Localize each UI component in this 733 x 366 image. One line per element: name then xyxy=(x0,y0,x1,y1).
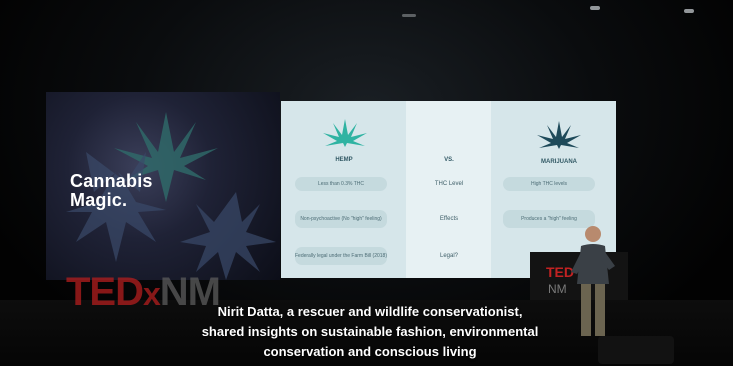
caption-line-3: conservation and conscious living xyxy=(263,344,477,359)
floor-monitor xyxy=(598,336,674,364)
caption: Nirit Datta, a rescuer and wildlife cons… xyxy=(150,302,590,362)
hemp-row-1: Less than 0.3% THC xyxy=(295,177,387,191)
marijuana-header: MARIJUANA xyxy=(541,159,577,165)
row-1-label: THC Level xyxy=(434,181,464,187)
ceiling-light xyxy=(684,9,694,13)
marijuana-row-1: High THC levels xyxy=(503,177,595,191)
title-line-2: Magic. xyxy=(70,190,128,210)
cannabis-leaf-icon xyxy=(537,121,581,149)
hemp-header: HEMP xyxy=(335,157,353,163)
ted-text: TED xyxy=(66,270,144,314)
caption-line-1: Nirit Datta, a rescuer and wildlife cons… xyxy=(217,304,523,319)
ceiling-light xyxy=(590,6,600,10)
ceiling-light xyxy=(402,14,416,17)
title-line-1: Cannabis xyxy=(70,171,153,191)
vs-label: VS. xyxy=(444,157,454,163)
row-2-label: Effects xyxy=(439,216,459,222)
row-3-label: Legal? xyxy=(439,253,459,259)
caption-line-2: shared insights on sustainable fashion, … xyxy=(201,324,539,339)
left-screen-title: Cannabis Magic. xyxy=(70,172,220,210)
hemp-row-2: Non-psychoactive (No "high" feeling) xyxy=(295,210,387,228)
photo-frame: Cannabis Magic. HEMP VS. MARIJUANA Less … xyxy=(0,0,733,366)
side-nm-logo: NM xyxy=(548,282,567,296)
cannabis-leaf-icon xyxy=(323,119,367,147)
hemp-row-3: Federally legal under the Farm Bill (201… xyxy=(295,247,387,265)
